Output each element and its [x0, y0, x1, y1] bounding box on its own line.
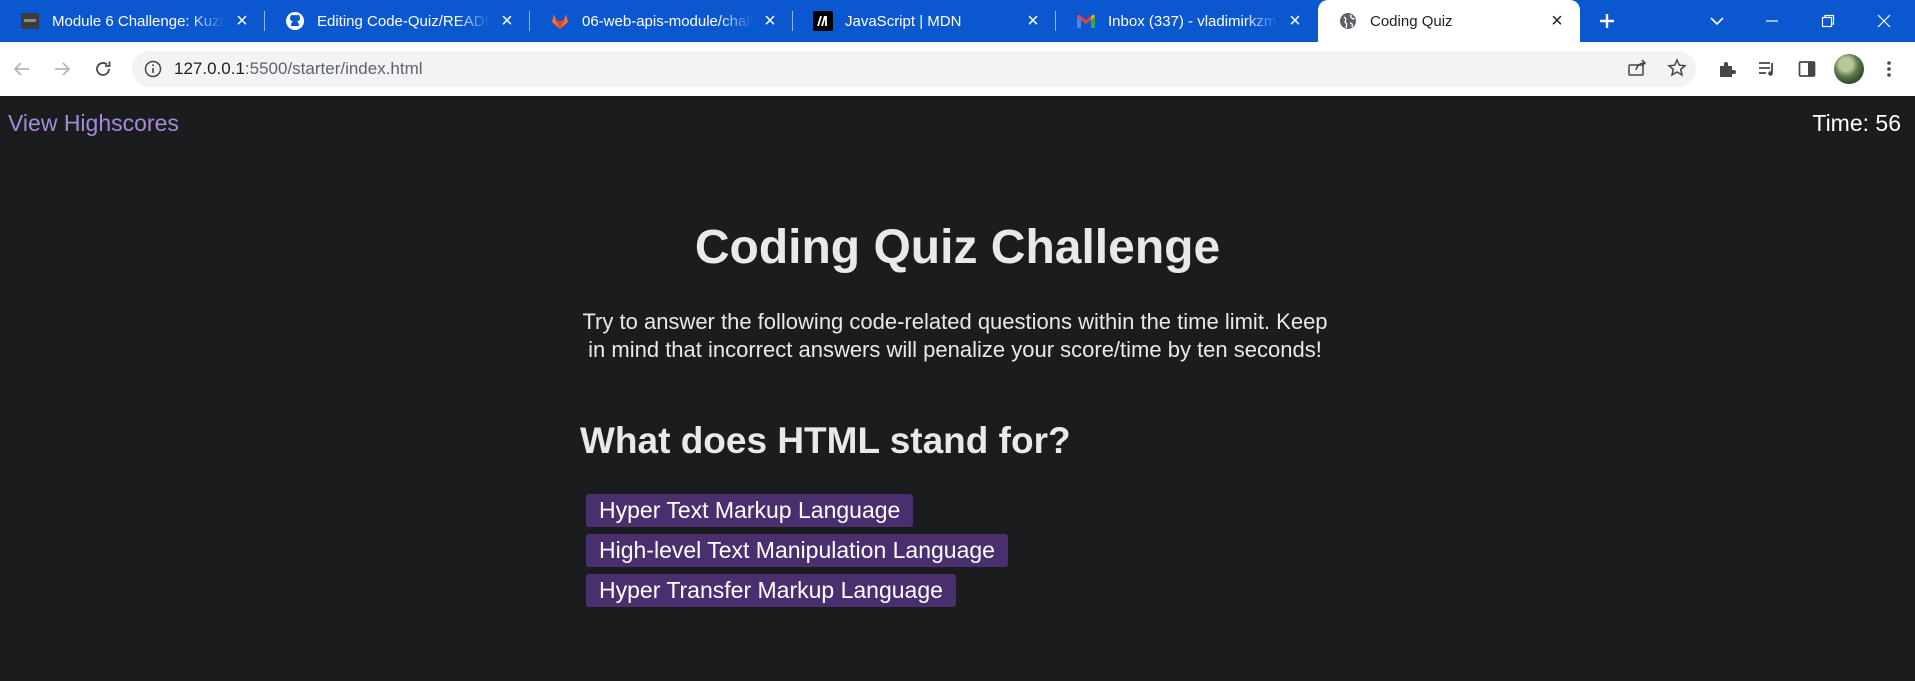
share-icon: [1628, 59, 1647, 76]
close-icon[interactable]: ×: [1022, 10, 1044, 32]
tab-title: Inbox (337) - vladimirkzmnc: [1108, 12, 1278, 30]
tab-coding-quiz[interactable]: Coding Quiz ×: [1318, 0, 1580, 42]
tab-title: Module 6 Challenge: Kuzmin: [52, 12, 225, 30]
url-path: :5500/starter/index.html: [244, 59, 423, 78]
url-text[interactable]: 127.0.0.1:5500/starter/index.html: [174, 59, 423, 79]
tab-title: JavaScript | MDN: [845, 12, 962, 30]
menu-button[interactable]: [1874, 54, 1904, 84]
tab-title: 06-web-apis-module/challenge: [582, 12, 753, 30]
reload-button[interactable]: [88, 54, 118, 84]
mdn-icon: [813, 11, 833, 31]
browser-toolbar: 127.0.0.1:5500/starter/index.html: [0, 42, 1915, 96]
restore-button[interactable]: [1806, 0, 1850, 42]
puzzle-icon: [1720, 62, 1736, 77]
address-bar[interactable]: 127.0.0.1:5500/starter/index.html: [132, 51, 1696, 87]
url-host: 127.0.0.1: [174, 59, 245, 78]
tab-web-apis-module[interactable]: 06-web-apis-module/challenge ×: [530, 0, 793, 42]
star-icon: [1667, 58, 1687, 77]
tab-title: Coding Quiz: [1370, 12, 1453, 30]
site-info-icon[interactable]: [144, 60, 162, 78]
gmail-icon: [1076, 11, 1096, 31]
bookmark-button[interactable]: [1659, 50, 1695, 86]
choices-list: Hyper Text Markup Language High-level Te…: [586, 494, 1008, 614]
github-icon: [285, 11, 305, 31]
playlist-icon: [1759, 62, 1773, 76]
tab-search-button[interactable]: [1700, 0, 1734, 42]
choice-button[interactable]: High-level Text Manipulation Language: [586, 534, 1008, 567]
course-icon: [20, 11, 40, 31]
page-title: Coding Quiz Challenge: [694, 221, 1221, 274]
back-button[interactable]: [7, 54, 37, 84]
choice-button[interactable]: Hyper Text Markup Language: [586, 494, 914, 527]
close-icon[interactable]: ×: [231, 10, 253, 32]
media-control-button[interactable]: [1752, 54, 1782, 84]
tab-strip: Module 6 Challenge: Kuzmin × Editing Cod…: [0, 0, 1915, 42]
arrow-right-icon: [55, 62, 71, 76]
close-icon[interactable]: ×: [496, 10, 518, 32]
share-button[interactable]: [1619, 50, 1655, 86]
minimize-button[interactable]: [1750, 0, 1794, 42]
profile-avatar[interactable]: [1834, 54, 1864, 84]
timer: Time: 56: [1812, 110, 1901, 136]
gitlab-icon: [550, 11, 570, 31]
close-icon[interactable]: ×: [1284, 10, 1306, 32]
close-icon[interactable]: ×: [1546, 10, 1568, 32]
arrow-left-icon: [13, 62, 29, 76]
tab-javascript-mdn[interactable]: JavaScript | MDN ×: [793, 0, 1056, 42]
tab-module-6-challenge[interactable]: Module 6 Challenge: Kuzmin ×: [0, 0, 265, 42]
new-tab-button[interactable]: [1590, 0, 1624, 42]
minimize-icon: [1766, 20, 1778, 22]
quiz-page: View Highscores Time: 56 Coding Quiz Cha…: [0, 96, 1915, 681]
question-title: What does HTML stand for?: [580, 420, 1071, 461]
extensions-button[interactable]: [1712, 54, 1742, 84]
plus-icon: [1600, 14, 1614, 28]
tab-editing-readme[interactable]: Editing Code-Quiz/README.md ×: [265, 0, 530, 42]
choice-button[interactable]: Hyper Transfer Markup Language: [586, 574, 956, 607]
reload-icon: [96, 61, 111, 76]
globe-icon: [1338, 11, 1358, 31]
tab-gmail-inbox[interactable]: Inbox (337) - vladimirkzmnc ×: [1056, 0, 1318, 42]
side-panel-icon: [1798, 61, 1816, 77]
close-icon[interactable]: ×: [759, 10, 781, 32]
restore-icon: [1821, 14, 1835, 28]
close-icon: [1877, 14, 1891, 28]
intro-text: Try to answer the following code-related…: [582, 309, 1328, 362]
side-panel-button[interactable]: [1792, 54, 1822, 84]
tab-title: Editing Code-Quiz/README.md: [317, 12, 490, 30]
forward-button[interactable]: [47, 54, 77, 84]
window-close-button[interactable]: [1862, 0, 1906, 42]
chevron-down-icon: [1710, 17, 1724, 26]
more-vert-icon: [1887, 61, 1891, 77]
view-highscores-link[interactable]: View Highscores: [8, 110, 179, 137]
